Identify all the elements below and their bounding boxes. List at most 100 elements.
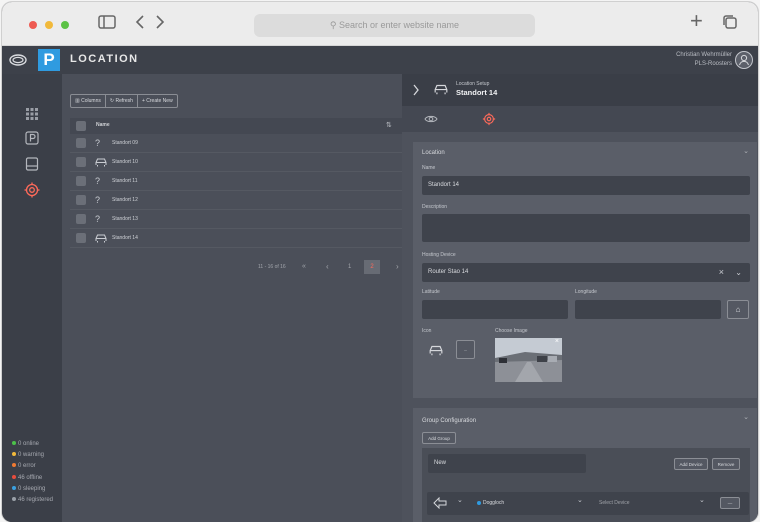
app-logo[interactable]: P bbox=[38, 49, 60, 71]
panel-header: Location Setup Standort 14 bbox=[402, 74, 758, 106]
chevron-down-icon[interactable]: ⌄ bbox=[743, 413, 749, 421]
car-icon bbox=[95, 158, 107, 167]
choose-icon-button[interactable]: ... bbox=[456, 340, 475, 359]
location-setup-panel: Location Setup Standort 14 Location ⌄ Na… bbox=[402, 74, 758, 522]
row-checkbox[interactable] bbox=[76, 138, 86, 148]
name-label: Name bbox=[422, 165, 436, 171]
status-dot-icon bbox=[12, 463, 16, 468]
table-row[interactable]: Standort 14 bbox=[70, 229, 402, 248]
avatar[interactable] bbox=[735, 51, 753, 69]
remove-device-button[interactable]: — bbox=[720, 497, 740, 509]
page-2-button[interactable]: 2 bbox=[364, 260, 380, 274]
car-icon[interactable] bbox=[429, 344, 443, 356]
table-row[interactable]: ? Standort 09 bbox=[70, 134, 402, 153]
group-device-row: ⌄ Doggloch ⌄ Select Device ⌄ — bbox=[427, 492, 749, 515]
user-organisation: PLS-Roosters bbox=[694, 61, 732, 67]
device-tag[interactable]: Doggloch bbox=[477, 500, 504, 506]
dashboard-grid-icon[interactable] bbox=[24, 106, 40, 122]
collapse-panel-icon[interactable] bbox=[412, 84, 420, 96]
hosting-device-select[interactable]: Router Stao 14 × ⌄ bbox=[422, 263, 750, 282]
remove-button[interactable]: Remove bbox=[712, 458, 740, 470]
add-device-button[interactable]: Add Device bbox=[674, 458, 708, 470]
status-dot-icon bbox=[12, 475, 16, 480]
user-info: Christian Wehrmüller PLS-Roosters bbox=[676, 51, 732, 69]
status-offline: 46 offline bbox=[12, 474, 42, 482]
select-all-checkbox[interactable] bbox=[76, 121, 86, 131]
device-dot-icon bbox=[477, 500, 481, 505]
device-icon[interactable] bbox=[24, 156, 40, 172]
address-bar-placeholder: Search or enter website name bbox=[339, 20, 460, 30]
sidebar-toggle-icon[interactable] bbox=[98, 14, 116, 34]
brand-swirl-icon bbox=[9, 54, 27, 66]
refresh-button[interactable]: ↻ Refresh bbox=[106, 95, 138, 107]
panel-subtitle: Location Setup bbox=[456, 81, 490, 87]
column-header-name[interactable]: Name bbox=[96, 122, 110, 128]
chevron-down-icon[interactable]: ⌄ bbox=[743, 147, 749, 155]
hosting-device-label: Hosting Device bbox=[422, 252, 456, 258]
latitude-label: Latitude bbox=[422, 289, 440, 295]
map-icon: ⌂ bbox=[735, 305, 741, 314]
group-configuration-section: Group Configuration ⌄ Add Group New Add … bbox=[413, 408, 757, 522]
status-warning: 0 warning bbox=[12, 451, 44, 459]
clear-icon[interactable]: × bbox=[719, 263, 724, 282]
table-row[interactable]: Standort 10 bbox=[70, 153, 402, 172]
first-page-button[interactable]: « bbox=[302, 260, 306, 274]
prev-page-button[interactable]: ‹ bbox=[326, 260, 329, 274]
status-dot-icon bbox=[12, 452, 16, 457]
view-eye-icon[interactable] bbox=[424, 114, 438, 124]
chevron-down-icon[interactable]: ⌄ bbox=[699, 496, 705, 504]
description-label: Description bbox=[422, 204, 448, 210]
address-bar[interactable]: ⚲ Search or enter website name bbox=[254, 14, 535, 37]
columns-button[interactable]: ▥ Columns bbox=[71, 95, 106, 107]
location-target-icon[interactable] bbox=[24, 182, 40, 198]
table-row[interactable]: ? Standort 11 bbox=[70, 172, 402, 191]
row-checkbox[interactable] bbox=[76, 214, 86, 224]
status-dot-icon bbox=[12, 486, 16, 491]
name-input[interactable]: Standort 14 bbox=[422, 176, 750, 195]
sidebar: 0 online 0 warning 0 error 46 offline 0 … bbox=[2, 74, 62, 522]
latitude-input[interactable] bbox=[422, 300, 568, 319]
row-checkbox[interactable] bbox=[76, 233, 86, 243]
sort-icon[interactable]: ⇅ bbox=[386, 121, 392, 129]
close-window-button[interactable] bbox=[29, 21, 37, 29]
icon-label: Icon bbox=[422, 328, 432, 334]
location-image[interactable]: × bbox=[495, 338, 562, 382]
chevron-right-icon[interactable] bbox=[154, 14, 166, 34]
close-icon[interactable]: × bbox=[555, 338, 559, 345]
chevron-left-icon[interactable] bbox=[134, 14, 146, 34]
page-1-button[interactable]: 1 bbox=[348, 260, 351, 274]
row-checkbox[interactable] bbox=[76, 157, 86, 167]
search-icon: ⚲ bbox=[329, 20, 339, 30]
minimize-window-button[interactable] bbox=[45, 21, 53, 29]
description-input[interactable] bbox=[422, 214, 750, 242]
add-group-button[interactable]: Add Group bbox=[422, 432, 456, 444]
zoom-window-button[interactable] bbox=[61, 21, 69, 29]
arrow-left-icon[interactable] bbox=[433, 497, 447, 509]
map-pick-button[interactable]: ⌂ bbox=[727, 300, 749, 319]
panel-title: Standort 14 bbox=[456, 88, 498, 97]
table-row[interactable]: ? Standort 13 bbox=[70, 210, 402, 229]
chevron-down-icon[interactable]: ⌄ bbox=[577, 496, 583, 504]
parking-icon[interactable] bbox=[24, 130, 40, 146]
app-header: P LOCATION Christian Wehrmüller PLS-Roos… bbox=[2, 46, 758, 74]
settings-target-icon[interactable] bbox=[482, 112, 496, 126]
longitude-input[interactable] bbox=[575, 300, 721, 319]
status-sleeping: 0 sleeping bbox=[12, 485, 45, 493]
user-icon bbox=[739, 54, 749, 66]
row-name: Standort 11 bbox=[112, 178, 138, 184]
tabs-icon[interactable] bbox=[722, 14, 738, 34]
location-list-area: ▥ Columns ↻ Refresh + Create New Name ⇅ … bbox=[62, 74, 402, 522]
row-checkbox[interactable] bbox=[76, 195, 86, 205]
chevron-down-icon[interactable]: ⌄ bbox=[457, 496, 463, 504]
next-page-button[interactable]: › bbox=[396, 260, 399, 274]
status-dot-icon bbox=[12, 441, 16, 446]
table-row[interactable]: ? Standort 12 bbox=[70, 191, 402, 210]
row-checkbox[interactable] bbox=[76, 176, 86, 186]
status-error: 0 error bbox=[12, 462, 36, 470]
group-name-input[interactable]: New bbox=[428, 454, 586, 473]
create-new-button[interactable]: + Create New bbox=[138, 95, 177, 107]
chevron-down-icon[interactable]: ⌄ bbox=[735, 263, 742, 282]
new-tab-button[interactable]: + bbox=[690, 10, 703, 32]
hosting-device-value: Router Stao 14 bbox=[428, 269, 469, 275]
select-device-dropdown[interactable]: Select Device bbox=[599, 500, 630, 506]
